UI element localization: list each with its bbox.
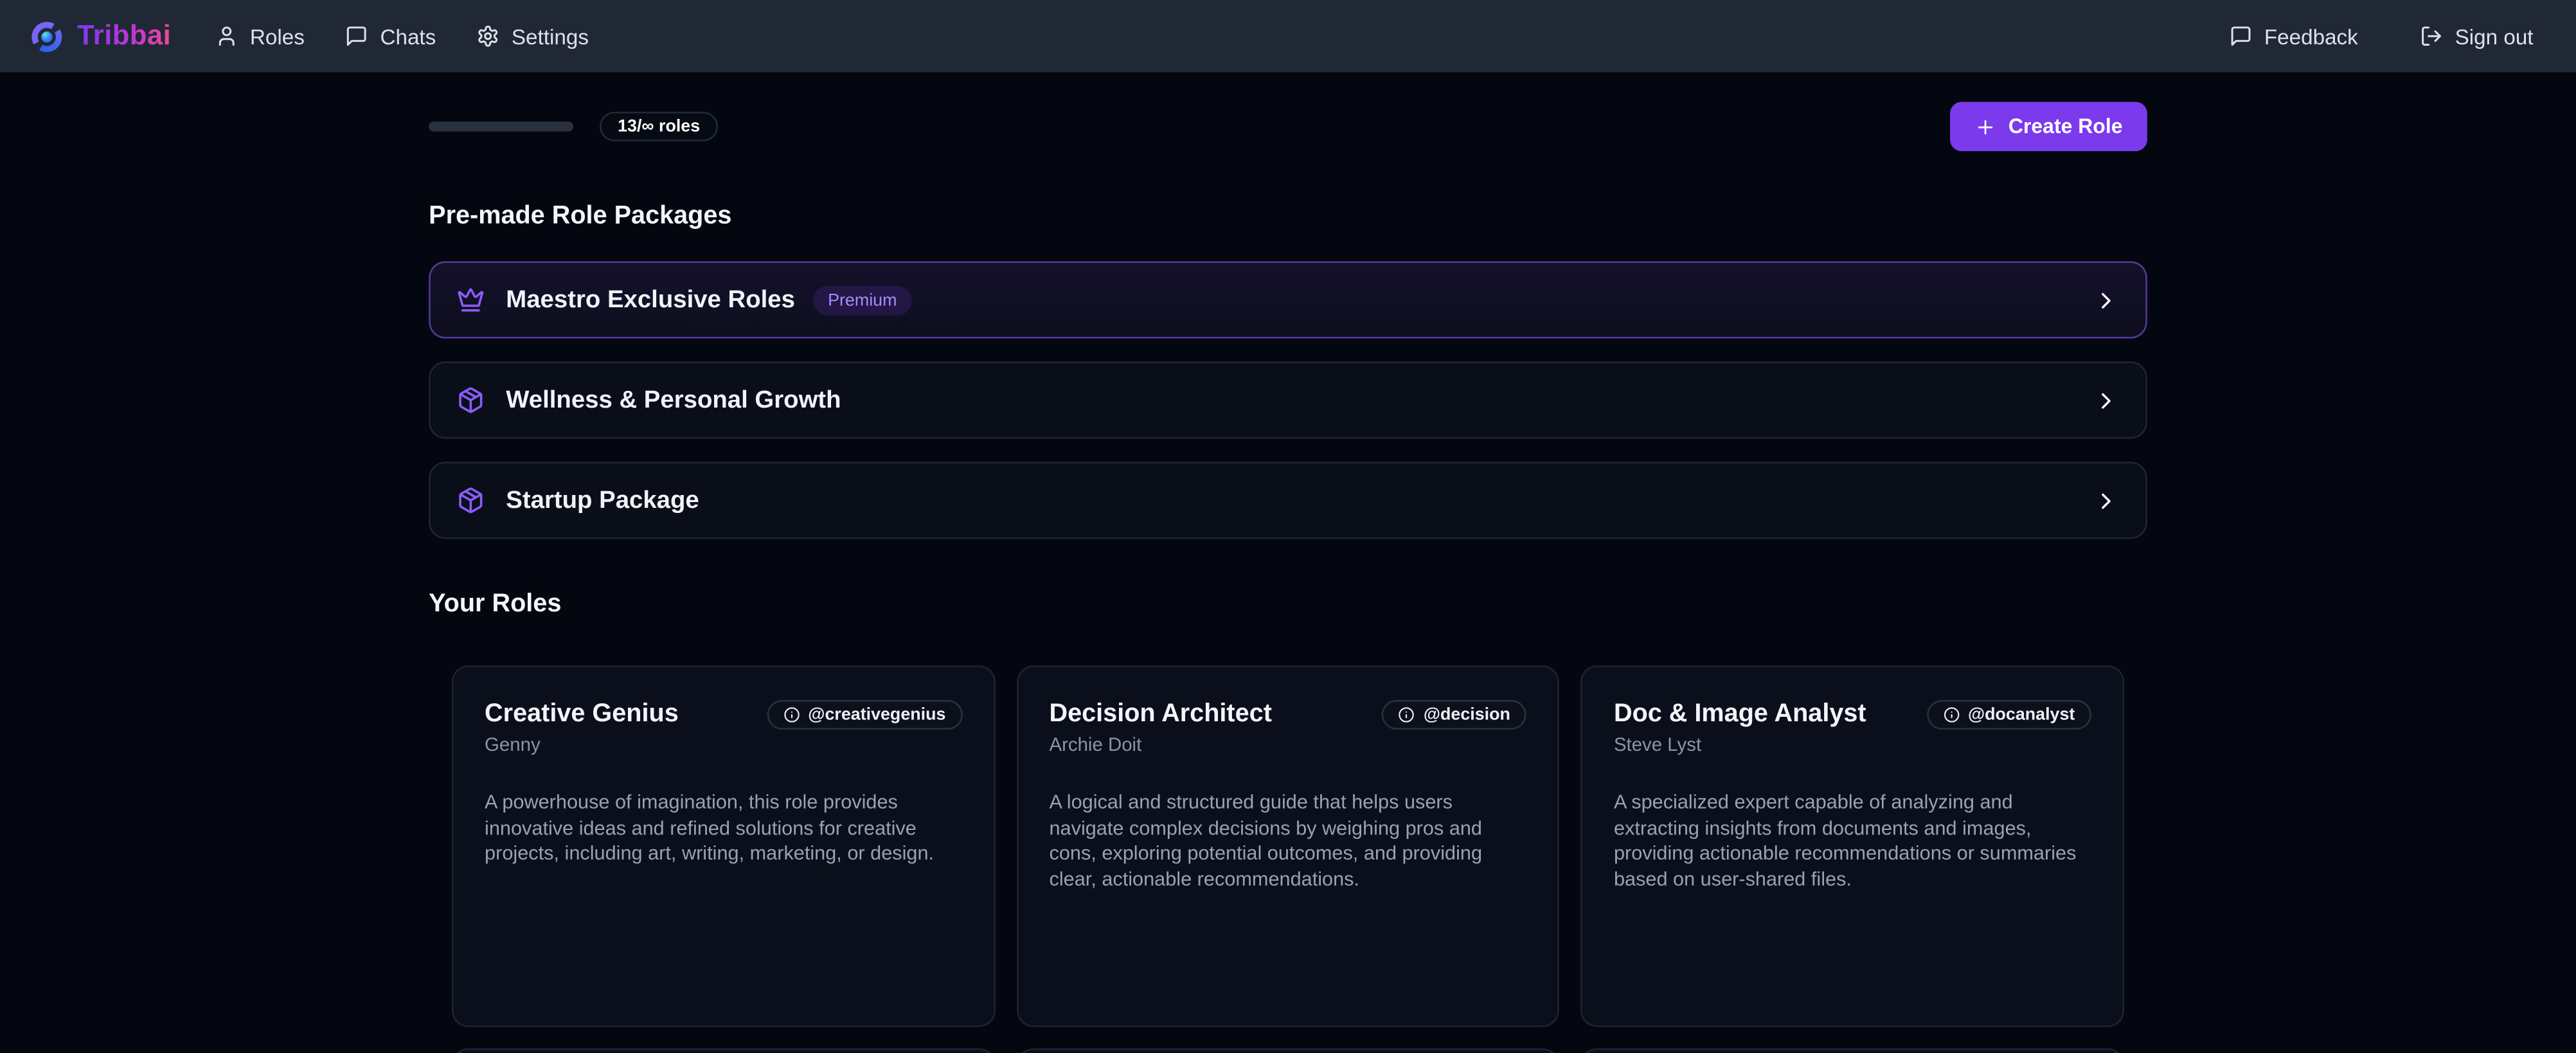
roles-count-badge: 13/∞ roles — [600, 112, 718, 141]
nav-item-chats[interactable]: Chats — [346, 24, 436, 48]
user-icon — [215, 24, 238, 48]
nav-left-group: Tribbai Roles — [30, 19, 589, 53]
package-title: Maestro Exclusive Roles — [506, 286, 795, 314]
nav-item-roles[interactable]: Roles — [215, 24, 305, 48]
create-role-button[interactable]: Create Role — [1949, 102, 2147, 151]
role-description: A powerhouse of imagination, this role p… — [485, 790, 962, 867]
role-handle: @creativegenius — [808, 705, 945, 725]
card-header: Decision Architect @decision — [1049, 700, 1526, 730]
brand-name: Tribbai — [77, 20, 171, 53]
nav-item-roles-label: Roles — [250, 24, 305, 48]
brand[interactable]: Tribbai — [30, 19, 171, 53]
package-title: Wellness & Personal Growth — [506, 386, 841, 414]
role-card-decision-architect[interactable]: Decision Architect @decision Archie Doit… — [1016, 665, 1559, 1027]
role-handle-badge[interactable]: @docanalyst — [1927, 700, 2091, 730]
role-title: Doc & Image Analyst — [1614, 700, 1866, 730]
chevron-right-icon — [2093, 287, 2119, 313]
tribbai-logo-icon — [30, 19, 64, 53]
role-card-creative-genius[interactable]: Creative Genius @creativegenius Genny A … — [452, 665, 995, 1027]
role-cards-grid: Creative Genius @creativegenius Genny A … — [429, 665, 2147, 1053]
logout-icon — [2420, 24, 2444, 48]
package-title: Startup Package — [506, 487, 699, 514]
nav-right-group: Feedback Sign out — [2230, 24, 2533, 48]
role-card-stub[interactable] — [1581, 1048, 2124, 1053]
crown-icon — [457, 286, 485, 314]
role-card-stub[interactable] — [452, 1048, 995, 1053]
info-icon — [1399, 706, 1415, 723]
role-description: A logical and structured guide that help… — [1049, 790, 1526, 892]
nav-item-chats-label: Chats — [380, 24, 436, 48]
feedback-chat-icon — [2230, 24, 2253, 48]
signout-button[interactable]: Sign out — [2420, 24, 2534, 48]
package-row-maestro[interactable]: Maestro Exclusive Roles Premium — [429, 261, 2147, 338]
role-persona-name: Genny — [485, 736, 962, 756]
card-header: Creative Genius @creativegenius — [485, 700, 962, 730]
role-title: Creative Genius — [485, 700, 679, 730]
main-content: 13/∞ roles Create Role Pre-made Role Pac… — [429, 102, 2147, 1053]
chat-bubble-icon — [346, 24, 369, 48]
role-handle-badge[interactable]: @creativegenius — [767, 700, 962, 730]
package-row-wellness[interactable]: Wellness & Personal Growth — [429, 361, 2147, 438]
your-roles-section-title: Your Roles — [429, 588, 2147, 620]
package-icon — [457, 386, 485, 414]
role-title: Decision Architect — [1049, 700, 1271, 730]
feedback-label: Feedback — [2264, 24, 2358, 48]
roles-toolbar: 13/∞ roles Create Role — [429, 102, 2147, 151]
role-description: A specialized expert capable of analyzin… — [1614, 790, 2091, 892]
info-icon — [783, 706, 800, 723]
feedback-button[interactable]: Feedback — [2230, 24, 2358, 48]
role-handle-badge[interactable]: @decision — [1382, 700, 1527, 730]
role-persona-name: Steve Lyst — [1614, 736, 2091, 756]
role-handle: @docanalyst — [1968, 705, 2075, 725]
chevron-right-icon — [2093, 387, 2119, 413]
nav-item-settings-label: Settings — [512, 24, 589, 48]
create-role-label: Create Role — [2008, 115, 2123, 138]
role-handle: @decision — [1424, 705, 1510, 725]
packages-section-title: Pre-made Role Packages — [429, 201, 2147, 232]
plus-icon — [1974, 116, 1995, 137]
info-icon — [1944, 706, 1960, 723]
nav-links: Roles Chats Settin — [215, 24, 589, 48]
role-persona-name: Archie Doit — [1049, 736, 1526, 756]
app-root: Tribbai Roles — [0, 0, 2576, 1053]
top-nav: Tribbai Roles — [0, 0, 2576, 72]
signout-label: Sign out — [2455, 24, 2534, 48]
nav-item-settings[interactable]: Settings — [477, 24, 589, 48]
roles-progress-bar — [429, 122, 573, 131]
gear-icon — [477, 24, 500, 48]
package-icon — [457, 487, 485, 514]
chevron-right-icon — [2093, 487, 2119, 514]
package-row-startup[interactable]: Startup Package — [429, 462, 2147, 539]
role-card-doc-image-analyst[interactable]: Doc & Image Analyst @docanalyst Steve Ly… — [1581, 665, 2124, 1027]
role-card-stub[interactable] — [1016, 1048, 1559, 1053]
card-header: Doc & Image Analyst @docanalyst — [1614, 700, 2091, 730]
premium-badge: Premium — [813, 285, 911, 314]
